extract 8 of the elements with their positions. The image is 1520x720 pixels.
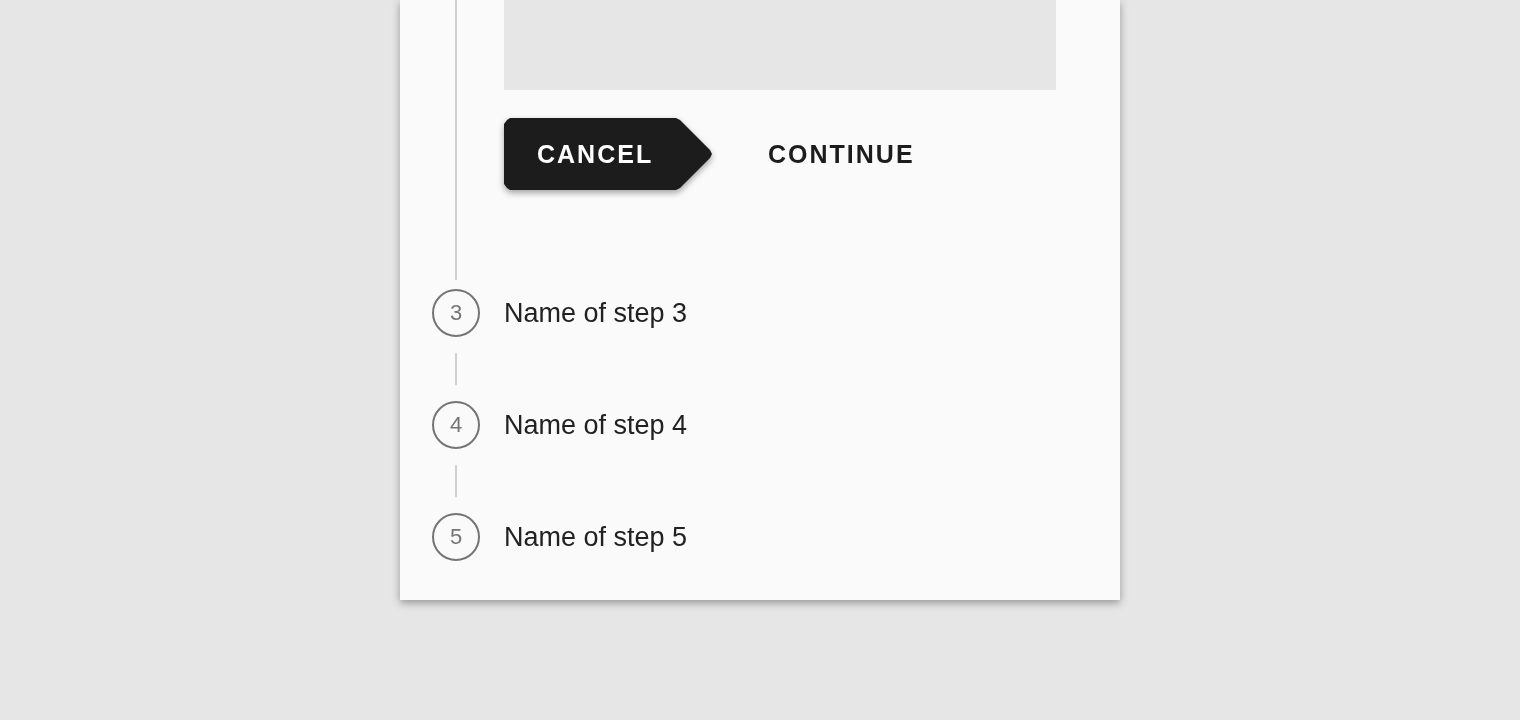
cancel-button[interactable]: CANCEL — [504, 118, 712, 190]
step-number: 5 — [432, 513, 480, 561]
step-label[interactable]: Name of step 4 — [504, 409, 688, 441]
continue-button[interactable]: CONTINUE — [760, 119, 923, 189]
step-number: 3 — [432, 289, 480, 337]
step-number: 4 — [432, 401, 480, 449]
step-label[interactable]: Name of step 3 — [504, 297, 688, 329]
step-label[interactable]: Name of step 5 — [504, 521, 688, 553]
